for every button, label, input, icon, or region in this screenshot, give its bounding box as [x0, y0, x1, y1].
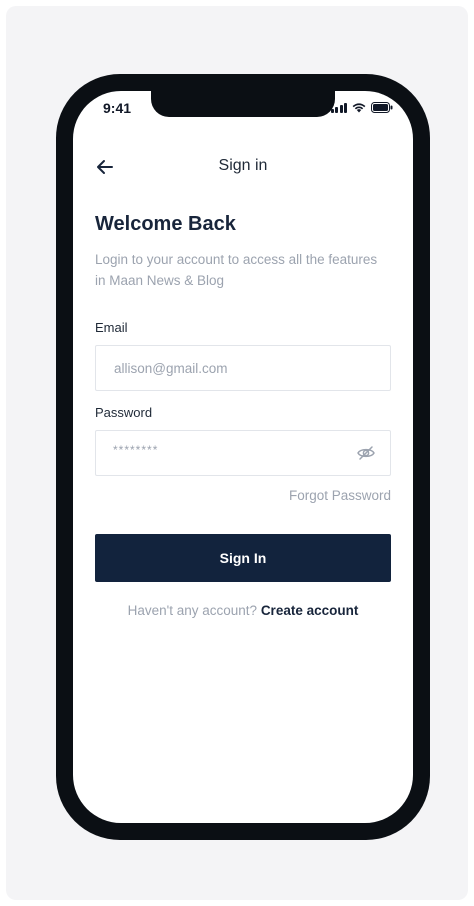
sign-in-button[interactable]: Sign In — [95, 534, 391, 582]
email-field[interactable] — [112, 346, 346, 390]
no-account-prompt: Haven't any account? — [127, 603, 258, 618]
password-label: Password — [95, 405, 153, 420]
create-account-row: Haven't any account? Create account — [73, 603, 413, 618]
background-canvas: 9:41 Sign in Welcome Back Login to your … — [6, 6, 468, 900]
forgot-password-link[interactable]: Forgot Password — [289, 488, 391, 503]
eye-off-icon[interactable] — [356, 443, 376, 463]
create-account-link[interactable]: Create account — [261, 603, 359, 618]
status-icons — [330, 102, 394, 113]
wifi-icon — [352, 102, 366, 113]
email-label: Email — [95, 320, 128, 335]
password-masked-value: ******** — [113, 443, 159, 457]
signal-icon — [330, 102, 347, 113]
password-field[interactable]: ******** — [95, 430, 391, 476]
welcome-heading: Welcome Back — [95, 213, 236, 235]
phone-notch — [151, 91, 335, 117]
battery-icon — [371, 102, 393, 113]
status-time: 9:41 — [103, 100, 132, 116]
welcome-subtitle: Login to your account to access all the … — [95, 252, 378, 288]
page-title: Sign in — [218, 157, 268, 174]
phone-frame: 9:41 Sign in Welcome Back Login to your … — [56, 74, 430, 840]
top-bar: Sign in — [73, 149, 413, 185]
phone-screen: 9:41 Sign in Welcome Back Login to your … — [73, 91, 413, 823]
email-field-container — [95, 345, 391, 391]
